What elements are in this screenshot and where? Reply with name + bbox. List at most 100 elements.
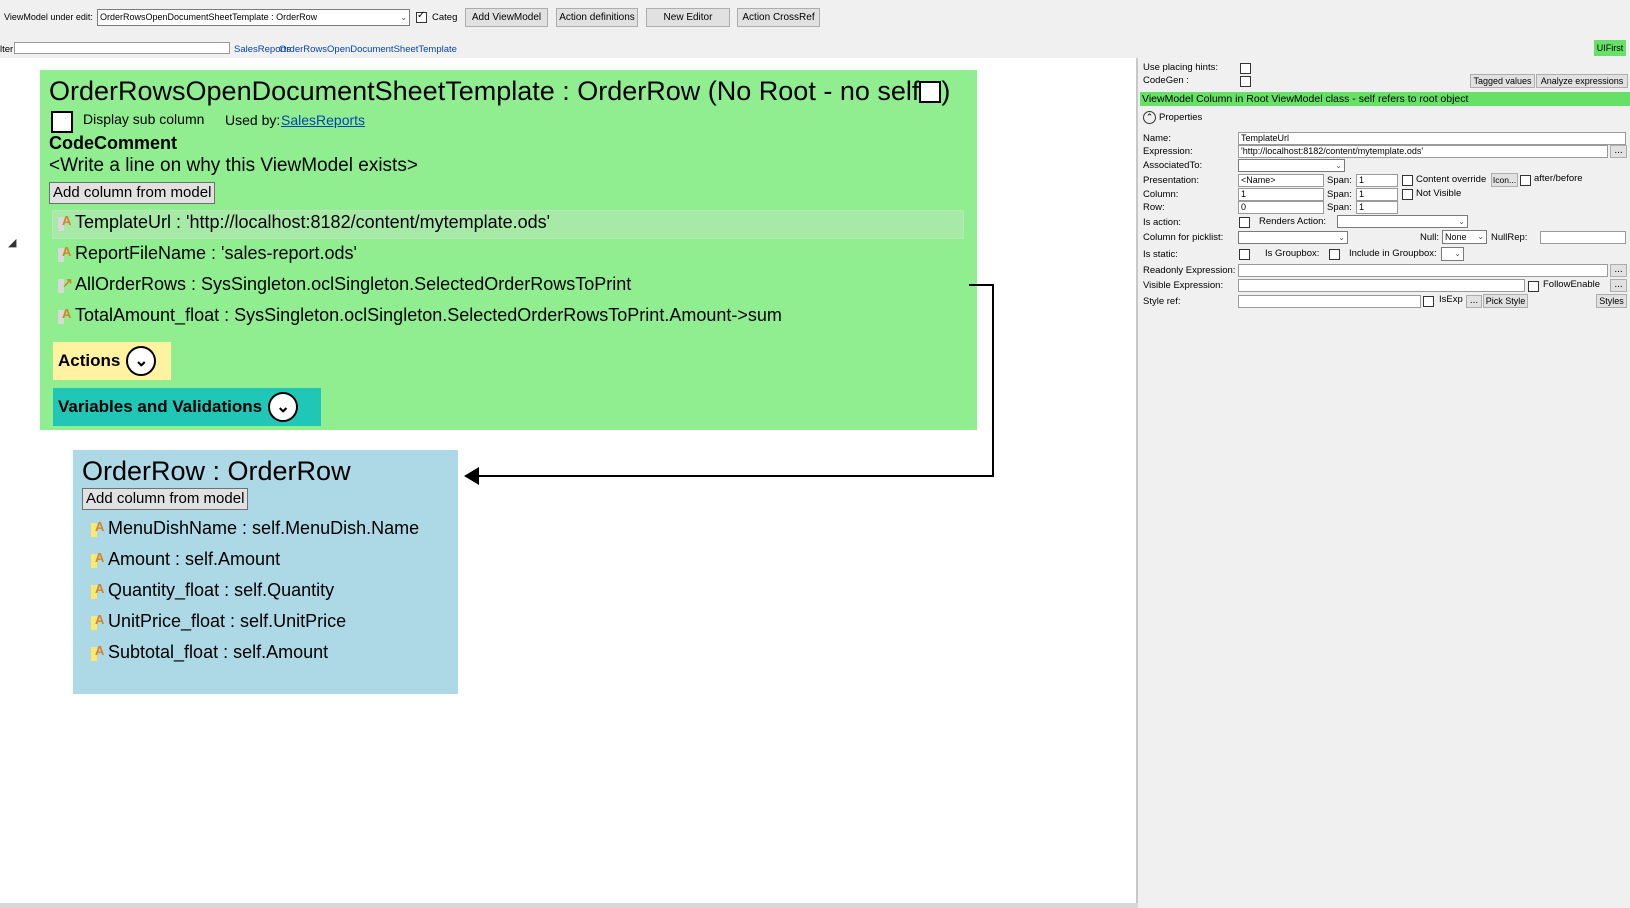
attribute-icon: A [91,550,105,568]
properties-label: Properties [1159,112,1203,123]
column-span-field[interactable]: 1 [1356,188,1398,201]
associated-to-select[interactable]: ⌄ [1238,159,1345,172]
column-row-unitprice[interactable]: A UnitPrice_float : self.UnitPrice [91,611,346,632]
icon-button[interactable]: Icon... [1491,173,1518,187]
picklist-select[interactable]: ⌄ [1238,231,1348,244]
not-visible-label: Not Visible [1416,188,1462,199]
column-row-subtotal[interactable]: A Subtotal_float : self.Amount [91,642,328,663]
include-groupbox-select[interactable]: ⌄ [1441,247,1464,261]
presentation-span-field[interactable]: 1 [1356,174,1398,187]
chevron-up-icon[interactable]: ⌃ [1143,111,1156,124]
attribute-icon: A [91,581,105,599]
style-ellipsis-button[interactable]: ... [1466,295,1482,308]
expression-field[interactable]: 'http://localhost:8182/content/mytemplat… [1238,145,1608,158]
column-text: UnitPrice_float : self.UnitPrice [108,611,347,631]
action-crossref-button[interactable]: Action CrossRef [737,8,820,27]
chevron-down-icon: ⌄ [1477,232,1484,241]
column-row-quantity[interactable]: A Quantity_float : self.Quantity [91,580,334,601]
name-field[interactable]: TemplateUrl [1238,132,1626,145]
not-visible-checkbox[interactable] [1402,189,1413,200]
row-label: Row: [1143,202,1165,213]
attribute-icon: A [91,643,105,661]
use-placing-hints-label: Use placing hints: [1143,62,1218,73]
include-in-groupbox-label: Include in Groupbox: [1349,248,1437,259]
row-span-field[interactable]: 1 [1356,201,1398,214]
breadcrumb-template[interactable]: OrderRowsOpenDocumentSheetTemplate [279,44,457,55]
readonly-ellipsis-button[interactable]: ... [1610,264,1627,277]
style-ref-field[interactable] [1238,295,1421,308]
categ-checkbox[interactable] [416,10,427,23]
associated-to-label: AssociatedTo: [1143,160,1203,171]
filter-input[interactable] [14,42,230,54]
presentation-label: Presentation: [1143,175,1199,186]
uifirst-badge[interactable]: UIFirst [1594,40,1626,56]
row-field[interactable]: 0 [1238,201,1324,214]
chevron-down-icon: ⌄ [1335,161,1342,170]
content-override-label: Content override [1416,174,1487,185]
readonly-expression-field[interactable] [1238,264,1608,277]
panel-header: ViewModel Column in Root ViewModel class… [1140,92,1630,106]
new-editor-button[interactable]: New Editor [646,8,730,27]
after-before-checkbox[interactable] [1520,175,1531,186]
tagged-values-button[interactable]: Tagged values [1470,74,1535,88]
chevron-down-icon: ⌄ [1454,249,1461,258]
readonly-expression-label: Readonly Expression: [1143,265,1236,276]
action-definitions-button[interactable]: Action definitions [556,8,638,27]
expression-label: Expression: [1143,146,1193,157]
attribute-icon: A [91,612,105,630]
is-action-label: Is action: [1143,217,1182,228]
column-field[interactable]: 1 [1238,188,1324,201]
span-label: Span: [1327,202,1352,213]
viewmodel-select[interactable]: OrderRowsOpenDocumentSheetTemplate : Ord… [97,9,410,26]
after-before-label: after/before [1534,173,1583,184]
span-label: Span: [1327,189,1352,200]
null-label: Null: [1420,232,1440,243]
expression-ellipsis-button[interactable]: ... [1610,145,1627,158]
follow-enable-label: FollowEnable [1543,279,1601,290]
column-row-amount[interactable]: A Amount : self.Amount [91,549,280,570]
pick-style-button[interactable]: Pick Style [1483,294,1528,308]
is-action-checkbox[interactable] [1239,217,1250,228]
use-placing-hints-checkbox[interactable] [1240,63,1251,74]
viewmodel-under-edit-label: ViewModel under edit: [4,12,93,22]
is-groupbox-label: Is Groupbox: [1265,248,1320,259]
add-viewmodel-button[interactable]: Add ViewModel [465,8,548,27]
follow-enable-checkbox[interactable] [1528,281,1539,292]
column-text: Amount : self.Amount [108,549,281,569]
categ-label: Categ [432,12,458,23]
null-select[interactable]: None ⌄ [1442,230,1487,244]
span-label: Span: [1327,175,1352,186]
renders-action-label: Renders Action: [1259,216,1327,227]
is-static-checkbox[interactable] [1239,249,1250,260]
renders-action-select[interactable]: ⌄ [1337,215,1468,228]
presentation-field[interactable]: <Name> [1238,174,1324,187]
null-select-value: None [1445,232,1467,242]
design-canvas[interactable]: ◢ OrderRowsOpenDocumentSheetTemplate : O… [0,58,1138,903]
visible-expression-label: Visible Expression: [1143,280,1224,291]
styles-button[interactable]: Styles [1596,294,1627,308]
is-groupbox-checkbox[interactable] [1329,249,1340,260]
codegen-checkbox[interactable] [1240,76,1251,87]
visible-expression-field[interactable] [1238,279,1525,292]
column-text: Quantity_float : self.Quantity [108,580,335,600]
column-text: Subtotal_float : self.Amount [108,642,329,662]
codegen-label: CodeGen : [1143,75,1189,86]
add-column-button[interactable]: Add column from model [82,488,249,510]
name-label: Name: [1143,133,1171,144]
horizontal-scrollbar[interactable] [0,903,1138,908]
chevron-down-icon: ⌄ [1338,233,1345,242]
chevron-down-icon: ⌄ [1458,217,1465,226]
nullrep-field[interactable] [1540,231,1626,244]
isexp-checkbox[interactable] [1423,296,1434,307]
content-override-checkbox[interactable] [1402,175,1413,186]
column-row-menudishname[interactable]: A MenuDishName : self.MenuDish.Name [91,518,419,539]
properties-panel: Use placing hints: CodeGen : Tagged valu… [1140,58,1630,908]
nested-viewmodel-title: OrderRow : OrderRow [82,456,351,486]
visible-ellipsis-button[interactable]: ... [1610,279,1627,292]
isexp-label: IsExp [1439,294,1463,305]
analyze-expressions-button[interactable]: Analyze expressions [1536,74,1628,88]
style-ref-label: Style ref: [1143,296,1181,307]
column-label: Column: [1143,189,1179,200]
attribute-icon: A [91,519,105,537]
nested-viewmodel-box[interactable]: OrderRow : OrderRow Add column from mode… [73,450,458,694]
